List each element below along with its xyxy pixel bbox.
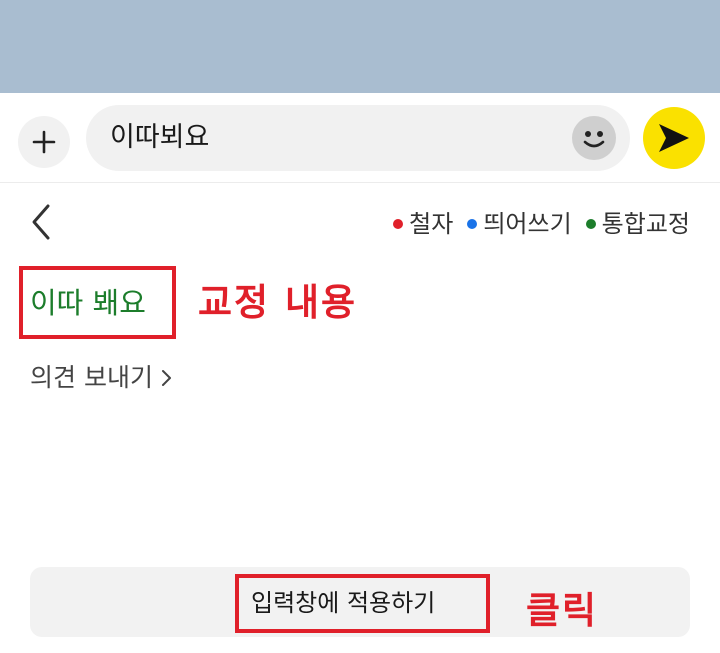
message-input-text: 이따뵈요 [110,122,210,153]
legend-item-integrated: 통합교정 [585,208,690,240]
message-input-bar: 이따뵈요 [0,93,720,183]
legend-item-spelling: 철자 [393,208,453,240]
legend-label: 띄어쓰기 [483,210,572,238]
annotation-click-label: 클릭 [526,589,599,632]
annotation-content-label: 교정 내용 [198,281,358,324]
legend-dot [585,219,596,229]
emoji-button[interactable] [572,116,616,160]
legend-item-spacing: 띄어쓰기 [467,208,572,240]
send-icon [659,124,689,152]
back-button[interactable] [26,202,58,242]
attach-button[interactable] [18,116,70,168]
send-button[interactable] [643,107,705,169]
chat-background [0,0,720,93]
message-input[interactable]: 이따뵈요 [86,105,630,171]
emoji-icon [583,131,605,148]
correction-legend: 철자 띄어쓰기 통합교정 [393,208,690,240]
send-feedback-link[interactable]: 의견 보내기 [30,362,173,394]
feedback-label: 의견 보내기 [30,363,153,392]
legend-label: 통합교정 [601,210,690,238]
legend-dot [467,219,478,229]
legend-label: 철자 [409,210,454,238]
back-chevron-icon [32,204,50,240]
chevron-right-icon [161,370,171,386]
plus-icon [32,130,56,154]
corrected-text[interactable]: 이따 봬요 [30,284,146,322]
apply-button-label[interactable]: 입력창에 적용하기 [251,586,435,620]
legend-dot [393,219,404,229]
